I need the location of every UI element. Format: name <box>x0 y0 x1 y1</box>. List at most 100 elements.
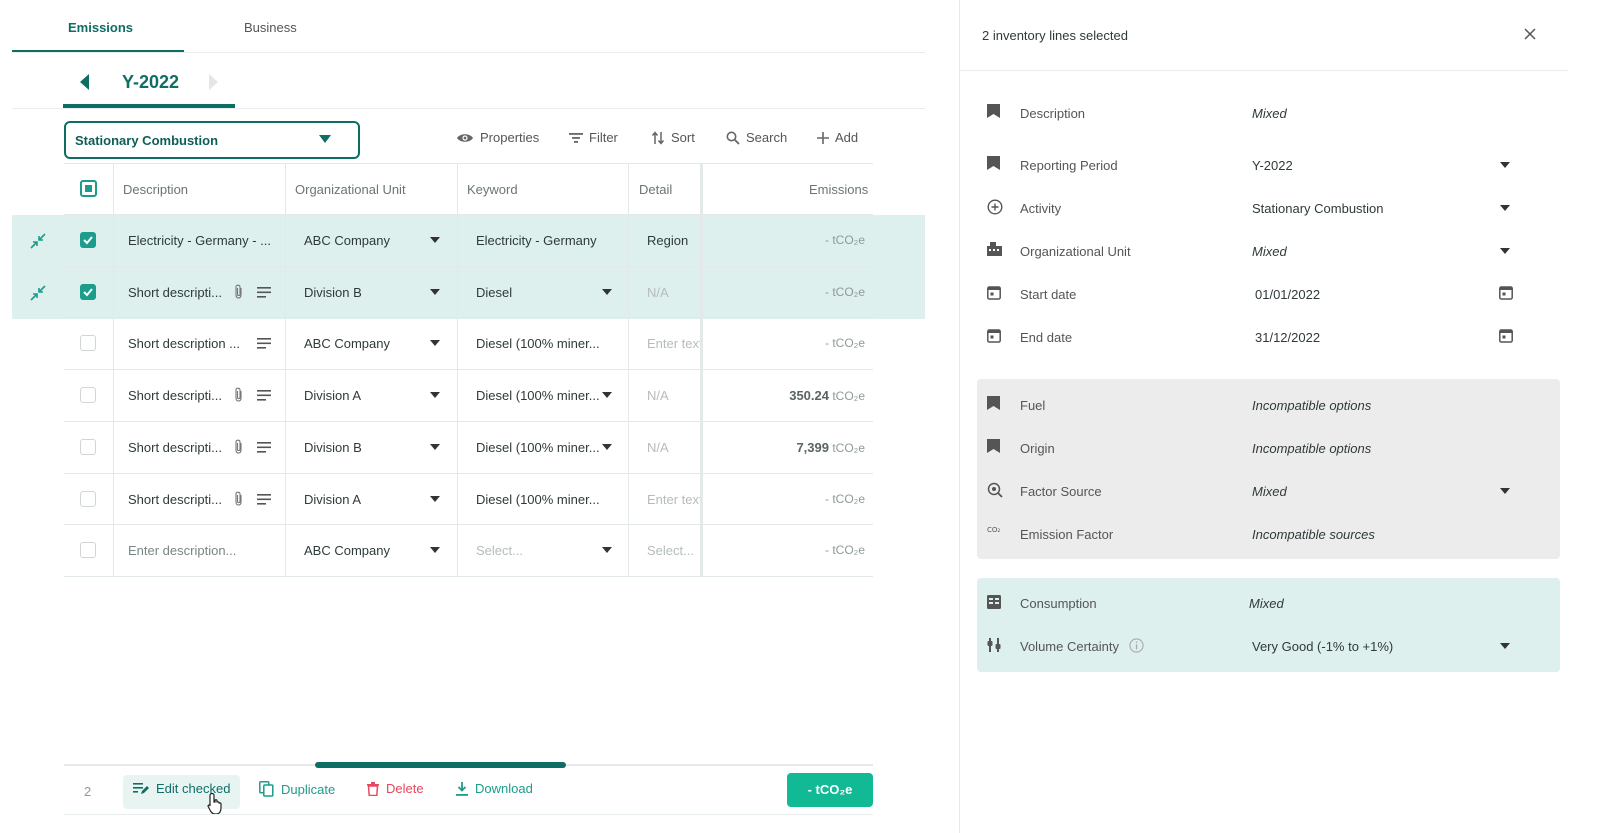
description-cell[interactable]: Short descripti... <box>128 440 224 455</box>
keyword-cell[interactable]: Diesel (100% miner... <box>476 440 600 455</box>
detail-cell[interactable]: Select... <box>647 543 701 558</box>
properties-button[interactable]: Properties <box>456 130 539 145</box>
notes-icon[interactable] <box>257 390 271 401</box>
chevron-down-icon[interactable] <box>1500 205 1510 212</box>
row-checkbox[interactable] <box>80 335 96 351</box>
field-value-organizational-unit[interactable]: Mixed <box>1252 244 1287 259</box>
chevron-down-icon[interactable] <box>602 444 612 451</box>
edit-list-icon <box>133 782 149 795</box>
description-cell[interactable]: Short description ... <box>128 336 270 351</box>
chevron-down-icon[interactable] <box>430 289 440 296</box>
chevron-down-icon[interactable] <box>430 237 440 244</box>
search-button[interactable]: Search <box>726 130 787 145</box>
keyword-cell[interactable]: Electricity - Germany <box>476 233 600 248</box>
keyword-cell[interactable]: Diesel (100% miner... <box>476 336 600 351</box>
chevron-down-icon[interactable] <box>602 547 612 554</box>
select-all-checkbox[interactable] <box>80 180 97 197</box>
org-unit-cell[interactable]: ABC Company <box>304 543 390 558</box>
row-checkbox[interactable] <box>80 439 96 455</box>
previous-period-icon[interactable] <box>78 73 90 91</box>
calendar-picker-icon[interactable] <box>1499 328 1513 343</box>
detail-cell[interactable]: Enter text <box>647 492 701 507</box>
field-value-start-date[interactable]: 01/01/2022 <box>1255 287 1320 302</box>
attachment-icon[interactable] <box>233 284 244 300</box>
info-icon[interactable] <box>1129 638 1144 653</box>
detail-cell[interactable]: Enter text <box>647 336 701 351</box>
org-unit-cell[interactable]: Division B <box>304 440 362 455</box>
header-detail[interactable]: Detail <box>639 182 672 197</box>
attachment-icon[interactable] <box>233 387 244 403</box>
detail-cell[interactable]: N/A <box>647 388 701 403</box>
tab-emissions[interactable]: Emissions <box>68 20 133 35</box>
notes-icon[interactable] <box>257 287 271 298</box>
notes-icon[interactable] <box>257 442 271 453</box>
field-value-description[interactable]: Mixed <box>1252 106 1287 121</box>
field-value-fuel[interactable]: Incompatible options <box>1252 398 1371 413</box>
chevron-down-icon[interactable] <box>430 340 440 347</box>
header-emissions[interactable]: Emissions <box>809 182 868 197</box>
total-emissions-button[interactable]: - tCO₂e <box>787 773 873 807</box>
detail-cell[interactable]: N/A <box>647 440 701 455</box>
row-checkbox[interactable] <box>80 232 96 248</box>
field-value-activity[interactable]: Stationary Combustion <box>1252 201 1384 216</box>
chevron-down-icon[interactable] <box>430 392 440 399</box>
sort-button[interactable]: Sort <box>651 130 695 145</box>
field-value-consumption[interactable]: Mixed <box>1249 596 1284 611</box>
keyword-cell[interactable]: Select... <box>476 543 600 558</box>
description-cell[interactable]: Short descripti... <box>128 285 224 300</box>
field-value-origin[interactable]: Incompatible options <box>1252 441 1371 456</box>
attachment-icon[interactable] <box>233 491 244 507</box>
chevron-down-icon[interactable] <box>602 392 612 399</box>
description-cell[interactable]: Electricity - Germany - ... <box>128 233 270 248</box>
detail-cell[interactable]: Region <box>647 233 701 248</box>
collapse-arrows-icon[interactable] <box>30 233 46 249</box>
add-button[interactable]: Add <box>817 130 858 145</box>
chevron-down-icon[interactable] <box>430 444 440 451</box>
row-checkbox[interactable] <box>80 387 96 403</box>
chevron-down-icon[interactable] <box>1500 643 1510 650</box>
row-checkbox[interactable] <box>80 284 96 300</box>
header-organizational-unit[interactable]: Organizational Unit <box>295 182 406 197</box>
activity-select[interactable]: Stationary Combustion <box>64 121 360 159</box>
chevron-down-icon[interactable] <box>1500 488 1510 495</box>
field-value-reporting-period[interactable]: Y-2022 <box>1252 158 1293 173</box>
field-value-emission-factor[interactable]: Incompatible sources <box>1252 527 1375 542</box>
field-value-end-date[interactable]: 31/12/2022 <box>1255 330 1320 345</box>
description-cell[interactable]: Short descripti... <box>128 492 224 507</box>
notes-icon[interactable] <box>257 494 271 505</box>
chevron-down-icon[interactable] <box>1500 248 1510 255</box>
chevron-down-icon[interactable] <box>1500 162 1510 169</box>
attachment-icon[interactable] <box>233 439 244 455</box>
field-value-factor-source[interactable]: Mixed <box>1252 484 1287 499</box>
next-period-icon[interactable] <box>208 73 220 91</box>
org-unit-cell[interactable]: Division A <box>304 388 361 403</box>
delete-button[interactable]: Delete <box>367 781 424 796</box>
close-icon[interactable] <box>1524 28 1536 40</box>
description-cell[interactable]: Short descripti... <box>128 388 224 403</box>
row-checkbox[interactable] <box>80 542 96 558</box>
chevron-down-icon[interactable] <box>430 547 440 554</box>
detail-cell[interactable]: N/A <box>647 285 701 300</box>
header-keyword[interactable]: Keyword <box>467 182 518 197</box>
org-unit-cell[interactable]: ABC Company <box>304 233 390 248</box>
keyword-cell[interactable]: Diesel (100% miner... <box>476 492 600 507</box>
org-unit-cell[interactable]: Division A <box>304 492 361 507</box>
tab-business[interactable]: Business <box>244 20 297 35</box>
chevron-down-icon[interactable] <box>430 496 440 503</box>
org-unit-cell[interactable]: ABC Company <box>304 336 390 351</box>
calendar-picker-icon[interactable] <box>1499 285 1513 300</box>
keyword-cell[interactable]: Diesel <box>476 285 600 300</box>
chevron-down-icon[interactable] <box>602 289 612 296</box>
horizontal-scroll-thumb[interactable] <box>315 762 567 768</box>
description-cell[interactable]: Enter description... <box>128 543 270 558</box>
download-button[interactable]: Download <box>456 781 533 796</box>
org-unit-cell[interactable]: Division B <box>304 285 362 300</box>
notes-icon[interactable] <box>257 338 271 349</box>
header-description[interactable]: Description <box>123 182 188 197</box>
collapse-arrows-icon[interactable] <box>30 285 46 301</box>
field-value-volume-certainty[interactable]: Very Good (-1% to +1%) <box>1252 639 1393 654</box>
duplicate-button[interactable]: Duplicate <box>259 781 335 797</box>
keyword-cell[interactable]: Diesel (100% miner... <box>476 388 600 403</box>
filter-button[interactable]: Filter <box>569 130 618 145</box>
row-checkbox[interactable] <box>80 491 96 507</box>
